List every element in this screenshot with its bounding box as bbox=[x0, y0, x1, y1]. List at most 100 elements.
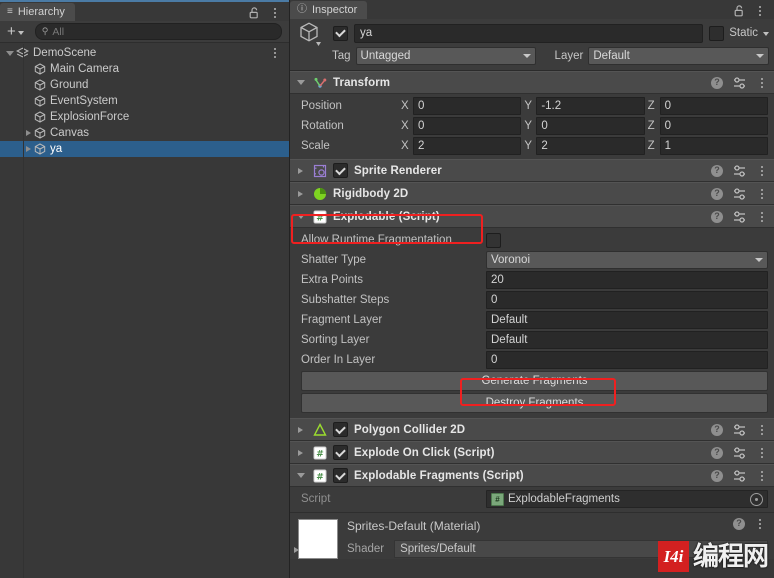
component-header-sprite-renderer[interactable]: Sprite Renderer? bbox=[290, 159, 774, 182]
script-icon: # bbox=[491, 492, 504, 506]
add-gameobject-button[interactable]: + bbox=[5, 24, 26, 39]
chevron-down-icon[interactable] bbox=[4, 50, 16, 56]
kebab-menu-icon[interactable] bbox=[269, 47, 281, 60]
kebab-menu-icon[interactable] bbox=[756, 76, 768, 89]
preset-icon[interactable] bbox=[733, 76, 746, 89]
tab-hierarchy[interactable]: ≡ Hierarchy bbox=[0, 3, 75, 21]
chevron-right-icon[interactable] bbox=[294, 449, 307, 456]
help-icon[interactable]: ? bbox=[733, 517, 745, 530]
component-header-polygon-collider-2d[interactable]: Polygon Collider 2D? bbox=[290, 418, 774, 441]
generate-fragments-button[interactable]: Generate Fragments bbox=[301, 371, 768, 391]
order-in-layer-label: Order In Layer bbox=[301, 354, 376, 366]
component-header-explodable-script[interactable]: # Explodable (Script)? bbox=[290, 205, 774, 228]
order-in-layer-input[interactable]: 0 bbox=[486, 351, 768, 369]
help-icon[interactable]: ? bbox=[711, 76, 723, 89]
preset-icon[interactable] bbox=[733, 164, 746, 177]
help-icon[interactable]: ? bbox=[711, 469, 723, 482]
allow-runtime-fragmentation-checkbox[interactable] bbox=[486, 232, 501, 248]
transform-scale-x-input[interactable]: 2 bbox=[413, 137, 522, 155]
gameobject-name-input[interactable]: ya bbox=[354, 23, 704, 43]
destroy-fragments-button[interactable]: Destroy Fragments bbox=[301, 393, 768, 413]
kebab-menu-icon[interactable] bbox=[754, 4, 766, 17]
preset-icon[interactable] bbox=[733, 423, 746, 436]
component-enabled-checkbox[interactable] bbox=[333, 163, 348, 178]
shatter-type-value: Voronoi bbox=[491, 254, 531, 266]
component-title: Explode On Click (Script) bbox=[354, 446, 495, 459]
kebab-menu-icon[interactable] bbox=[756, 187, 768, 200]
help-icon[interactable]: ? bbox=[711, 423, 723, 436]
extra-points-input[interactable]: 20 bbox=[486, 271, 768, 289]
static-toggle[interactable]: Static bbox=[709, 25, 769, 41]
hierarchy-search-placeholder: All bbox=[52, 25, 65, 38]
extra-points-value: 20 bbox=[491, 274, 504, 286]
subshatter-steps-row: Subshatter Steps 0 bbox=[290, 290, 774, 310]
preset-icon[interactable] bbox=[733, 210, 746, 223]
script-object-field[interactable]: # ExplodableFragments bbox=[486, 490, 768, 508]
kebab-menu-icon[interactable] bbox=[756, 164, 768, 177]
transform-scale-y-input[interactable]: 2 bbox=[536, 137, 645, 155]
kebab-menu-icon[interactable] bbox=[756, 446, 768, 459]
chevron-right-icon[interactable] bbox=[294, 190, 307, 197]
hierarchy-item-eventsystem[interactable]: EventSystem bbox=[0, 93, 289, 109]
kebab-menu-icon[interactable] bbox=[269, 6, 281, 19]
transform-scale-z-input[interactable]: 1 bbox=[659, 137, 768, 155]
value: 0 bbox=[664, 120, 672, 132]
chevron-down-icon[interactable] bbox=[763, 32, 769, 36]
subshatter-steps-input[interactable]: 0 bbox=[486, 291, 768, 309]
chevron-right-icon[interactable] bbox=[294, 426, 307, 433]
component-enabled-checkbox[interactable] bbox=[333, 422, 348, 437]
transform-position-z-input[interactable]: 0 bbox=[659, 97, 768, 115]
gameobject-enabled-checkbox[interactable] bbox=[333, 25, 348, 41]
hierarchy-item-ya[interactable]: ya bbox=[0, 141, 289, 157]
transform-rotation-z-input[interactable]: 0 bbox=[659, 117, 768, 135]
material-foldout[interactable] bbox=[294, 547, 299, 553]
tab-inspector[interactable]: ⓘ Inspector bbox=[290, 1, 368, 19]
component-enabled-checkbox[interactable] bbox=[333, 445, 348, 460]
component-header-explode-on-click-script[interactable]: # Explode On Click (Script)? bbox=[290, 441, 774, 464]
chevron-down-icon[interactable] bbox=[294, 214, 307, 219]
kebab-menu-icon[interactable] bbox=[756, 469, 768, 482]
hierarchy-item-ground[interactable]: Ground bbox=[0, 77, 289, 93]
component-header-explodable-fragments-script[interactable]: # Explodable Fragments (Script)? bbox=[290, 464, 774, 487]
kebab-menu-icon[interactable] bbox=[754, 517, 766, 530]
kebab-menu-icon[interactable] bbox=[756, 210, 768, 223]
tag-dropdown[interactable]: Untagged bbox=[355, 47, 536, 65]
gameobject-icon bbox=[34, 127, 46, 139]
help-icon[interactable]: ? bbox=[711, 187, 723, 200]
static-checkbox[interactable] bbox=[709, 25, 725, 41]
preset-icon[interactable] bbox=[733, 469, 746, 482]
fragment-layer-input[interactable]: Default bbox=[486, 311, 768, 329]
object-picker-icon[interactable] bbox=[750, 492, 763, 506]
help-icon[interactable]: ? bbox=[711, 210, 723, 223]
chevron-right-icon[interactable] bbox=[294, 167, 307, 174]
help-icon[interactable]: ? bbox=[711, 164, 723, 177]
help-icon[interactable]: ? bbox=[711, 446, 723, 459]
hierarchy-item-explosionforce[interactable]: ExplosionForce bbox=[0, 109, 289, 125]
kebab-menu-icon[interactable] bbox=[756, 423, 768, 436]
lock-open-icon[interactable] bbox=[248, 6, 260, 19]
preset-icon[interactable] bbox=[733, 446, 746, 459]
value: 0 bbox=[418, 120, 425, 132]
transform-position-y-input[interactable]: -1.2 bbox=[536, 97, 645, 115]
component-enabled-checkbox[interactable] bbox=[333, 468, 348, 483]
transform-rotation-x-input[interactable]: 0 bbox=[413, 117, 522, 135]
hierarchy-panel: ≡ Hierarchy + ⚲ All DemoScene Main Camera… bbox=[0, 0, 290, 578]
component-header-rigidbody-2d[interactable]: Rigidbody 2D? bbox=[290, 182, 774, 205]
layer-dropdown[interactable]: Default bbox=[588, 47, 769, 65]
transform-rotation-y-input[interactable]: 0 bbox=[536, 117, 645, 135]
hierarchy-item-main-camera[interactable]: Main Camera bbox=[0, 61, 289, 77]
sorting-layer-row: Sorting Layer Default bbox=[290, 330, 774, 350]
preset-icon[interactable] bbox=[733, 187, 746, 200]
transform-foldout[interactable] bbox=[294, 80, 307, 85]
chevron-down-icon[interactable] bbox=[294, 473, 307, 478]
component-header-transform[interactable]: Transform ? bbox=[290, 71, 774, 94]
explodable-buttons: Generate Fragments Destroy Fragments bbox=[290, 370, 774, 413]
transform-position-x-input[interactable]: 0 bbox=[413, 97, 522, 115]
lock-open-icon[interactable] bbox=[733, 4, 745, 17]
hierarchy-item-demoscene[interactable]: DemoScene bbox=[0, 45, 289, 61]
shatter-type-dropdown[interactable]: Voronoi bbox=[486, 251, 768, 269]
sorting-layer-input[interactable]: Default bbox=[486, 331, 768, 349]
vector3-field: X 0 Y -1.2 Z 0 bbox=[401, 97, 768, 115]
hierarchy-search-input[interactable]: ⚲ All bbox=[34, 23, 282, 40]
hierarchy-item-canvas[interactable]: Canvas bbox=[0, 125, 289, 141]
